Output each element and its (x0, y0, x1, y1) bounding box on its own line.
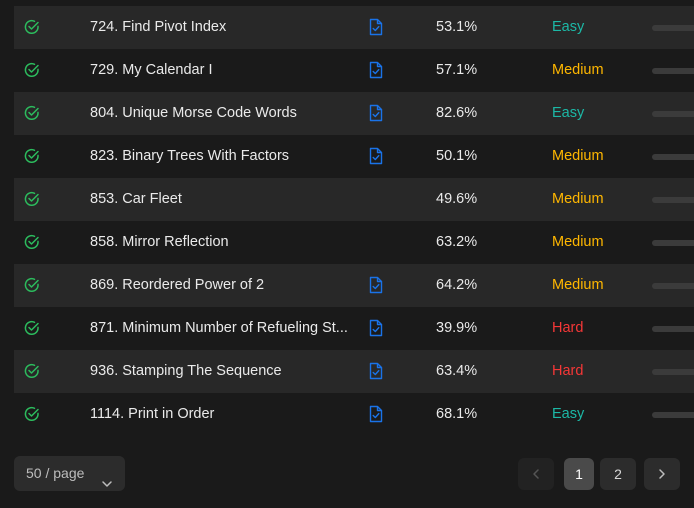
solved-check-icon (24, 191, 40, 207)
acceptance-rate: 53.1% (436, 19, 478, 35)
problem-title-link[interactable]: 729. My Calendar I (90, 49, 360, 92)
frequency-bar (652, 283, 694, 289)
prev-page-button[interactable] (518, 458, 554, 490)
problem-title-link[interactable]: 724. Find Pivot Index (90, 6, 360, 49)
acceptance-rate: 57.1% (436, 62, 478, 78)
difficulty-label: Hard (552, 320, 584, 336)
problem-title-link[interactable]: 804. Unique Morse Code Words (90, 92, 360, 135)
difficulty-label: Easy (552, 105, 585, 121)
table-row[interactable]: 853. Car Fleet 49.6% Medium (14, 178, 694, 221)
solved-check-icon (24, 19, 40, 35)
table-row[interactable]: 729. My Calendar I 57.1% Medium (14, 49, 694, 92)
acceptance-rate: 63.2% (436, 234, 478, 250)
solved-check-icon (24, 105, 40, 121)
table-row[interactable]: 804. Unique Morse Code Words 82.6% Easy (14, 92, 694, 135)
acceptance-rate: 39.9% (436, 320, 478, 336)
acceptance-rate: 50.1% (436, 148, 478, 164)
difficulty-label: Easy (552, 19, 585, 35)
frequency-bar (652, 326, 694, 332)
table-row[interactable]: 823. Binary Trees With Factors 50.1% Mediu… (14, 135, 694, 178)
solved-check-icon (24, 148, 40, 164)
chevron-right-icon (659, 469, 665, 479)
solution-document-icon[interactable] (368, 147, 384, 165)
frequency-bar (652, 369, 694, 375)
difficulty-label: Easy (552, 406, 585, 422)
page-size-label: 50 / page (26, 465, 85, 481)
solved-check-icon (24, 320, 40, 336)
solved-check-icon (24, 277, 40, 293)
table-row[interactable]: 858. Mirror Reflection 63.2% Medium (14, 221, 694, 264)
problem-title-link[interactable]: 823. Binary Trees With Factors (90, 135, 360, 178)
acceptance-rate: 49.6% (436, 191, 478, 207)
solution-document-icon[interactable] (368, 276, 384, 294)
solution-document-icon[interactable] (368, 319, 384, 337)
page-button-2[interactable]: 2 (600, 458, 636, 490)
frequency-bar (652, 412, 694, 418)
frequency-bar (652, 25, 694, 31)
frequency-bar (652, 240, 694, 246)
problem-title-link[interactable]: 858. Mirror Reflection (90, 221, 360, 264)
solved-check-icon (24, 363, 40, 379)
solution-document-icon[interactable] (368, 61, 384, 79)
acceptance-rate: 64.2% (436, 277, 478, 293)
solution-document-icon[interactable] (368, 405, 384, 423)
problem-table: 724. Find Pivot Index 53.1% Easy 729. My Ca… (14, 6, 694, 436)
frequency-bar (652, 197, 694, 203)
problem-title-link[interactable]: 1114. Print in Order (90, 393, 360, 436)
table-row[interactable]: 724. Find Pivot Index 53.1% Easy (14, 6, 694, 49)
table-row[interactable]: 869. Reordered Power of 2 64.2% Medium (14, 264, 694, 307)
problem-title-link[interactable]: 869. Reordered Power of 2 (90, 264, 360, 307)
page-size-select[interactable]: 50 / page (14, 456, 125, 491)
table-row[interactable]: 936. Stamping The Sequence 63.4% Hard (14, 350, 694, 393)
chevron-down-icon (101, 468, 113, 503)
solution-document-icon[interactable] (368, 104, 384, 122)
acceptance-rate: 68.1% (436, 406, 478, 422)
frequency-bar (652, 68, 694, 74)
problem-title-link[interactable]: 853. Car Fleet (90, 178, 360, 221)
chevron-left-icon (533, 469, 539, 479)
page-button-1[interactable]: 1 (564, 458, 594, 490)
difficulty-label: Medium (552, 277, 604, 293)
frequency-bar (652, 154, 694, 160)
table-row[interactable]: 871. Minimum Number of Refueling St... 39… (14, 307, 694, 350)
solution-document-icon[interactable] (368, 362, 384, 380)
difficulty-label: Hard (552, 363, 584, 379)
difficulty-label: Medium (552, 234, 604, 250)
table-row[interactable]: 1114. Print in Order 68.1% Easy (14, 393, 694, 436)
pagination-footer: 50 / page 1 2 (0, 456, 694, 492)
acceptance-rate: 63.4% (436, 363, 478, 379)
problem-title-link[interactable]: 936. Stamping The Sequence (90, 350, 360, 393)
solved-check-icon (24, 406, 40, 422)
difficulty-label: Medium (552, 191, 604, 207)
solved-check-icon (24, 234, 40, 250)
solved-check-icon (24, 62, 40, 78)
problem-title-link[interactable]: 871. Minimum Number of Refueling St... (90, 307, 360, 350)
difficulty-label: Medium (552, 148, 604, 164)
difficulty-label: Medium (552, 62, 604, 78)
next-page-button[interactable] (644, 458, 680, 490)
frequency-bar (652, 111, 694, 117)
solution-document-icon[interactable] (368, 18, 384, 36)
acceptance-rate: 82.6% (436, 105, 478, 121)
